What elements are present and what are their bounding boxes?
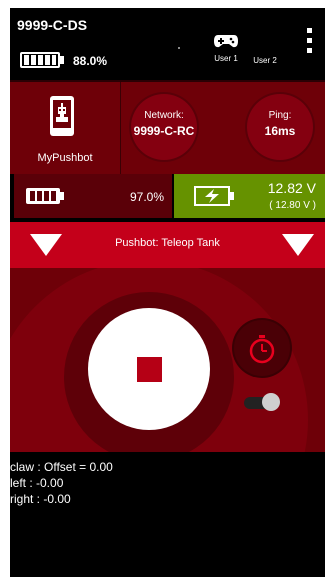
robot-voltage-box: 12.82 V ( 12.80 V ) xyxy=(174,174,325,218)
ping-badge: Ping: 16ms xyxy=(247,94,313,160)
telemetry-panel: claw : Offset = 0.00 left : -0.00 right … xyxy=(10,452,325,577)
battery-row: 97.0% 12.82 V ( 12.80 V ) xyxy=(10,174,325,220)
network-value: 9999-C-RC xyxy=(133,124,195,138)
teleop-dropdown-triangle-icon[interactable] xyxy=(282,234,314,256)
control-area xyxy=(10,268,325,452)
telemetry-line: right : -0.00 xyxy=(10,492,71,506)
timer-button[interactable] xyxy=(234,320,290,376)
user-1-gamepad[interactable]: User 1 xyxy=(209,34,243,63)
opmode-name[interactable]: Pushbot: Teleop Tank xyxy=(70,237,265,249)
user-2-label: User 2 xyxy=(253,56,277,65)
stop-button[interactable] xyxy=(88,308,210,430)
robot-phone-icon xyxy=(50,96,74,136)
opmode-bar: Pushbot: Teleop Tank xyxy=(10,222,325,268)
robot-name: MyPushbot xyxy=(37,152,93,164)
ds-battery-percent: 88.0% xyxy=(73,54,108,68)
user-2-gamepad[interactable]: User 2 xyxy=(248,34,282,65)
robot-voltage: 12.82 V xyxy=(267,180,316,196)
telemetry-line: claw : Offset = 0.00 xyxy=(10,460,113,474)
ds-battery-icon xyxy=(20,52,66,70)
stopwatch-icon xyxy=(249,335,275,364)
ping-label: Ping: xyxy=(268,110,292,121)
user-1-label: User 1 xyxy=(214,54,238,63)
rc-battery-percent: 97.0% xyxy=(129,190,164,204)
timer-toggle[interactable] xyxy=(242,392,280,412)
autonomous-dropdown-triangle-icon[interactable] xyxy=(30,234,62,256)
robot-info[interactable]: MyPushbot xyxy=(10,82,121,176)
network-label: Network: xyxy=(144,110,184,121)
top-bar: 9999-C-DS 88.0% User 1 User 2 xyxy=(10,8,325,80)
robot-voltage-min: ( 12.80 V ) xyxy=(269,200,316,211)
ping-value: 16ms xyxy=(264,124,296,138)
gamepad-icon xyxy=(214,35,238,48)
charging-battery-icon xyxy=(194,186,234,206)
robot-status-panel: MyPushbot Network: 9999-C-RC Ping: 16ms xyxy=(10,80,325,176)
driver-station-title: 9999-C-DS xyxy=(17,17,88,33)
driver-station-screen: 9999-C-DS 88.0% User 1 User 2 MyPushbot … xyxy=(10,8,325,577)
network-badge: Network: 9999-C-RC xyxy=(131,94,197,160)
overflow-menu-icon[interactable] xyxy=(306,28,314,58)
stop-icon xyxy=(137,357,162,382)
battery-icon xyxy=(26,188,66,204)
status-dot xyxy=(178,47,180,49)
telemetry-line: left : -0.00 xyxy=(10,476,64,490)
rc-battery-box: 97.0% xyxy=(14,174,172,218)
